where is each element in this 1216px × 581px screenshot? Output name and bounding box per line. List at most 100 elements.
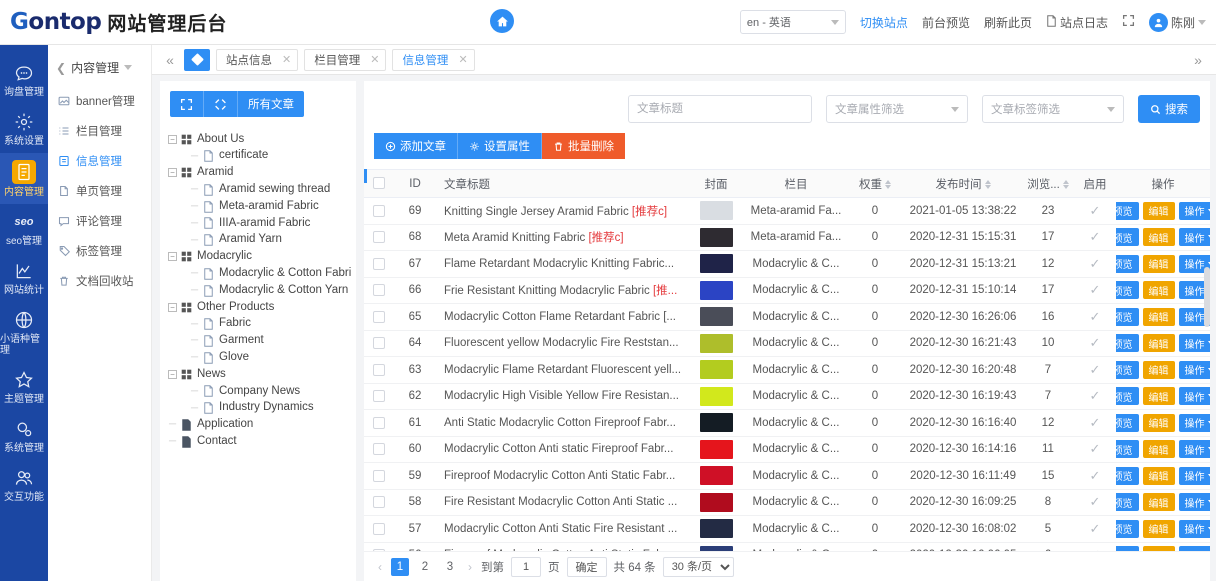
table-row[interactable]: 66 Frie Resistant Knitting Modacrylic Fab… — [364, 277, 1210, 304]
tree-node[interactable]: ─ Company News — [168, 383, 356, 400]
cell-enabled[interactable]: ✓ — [1074, 409, 1116, 437]
edit-button[interactable]: 编辑 — [1142, 493, 1175, 512]
all-articles-button[interactable]: 所有文章 — [238, 91, 304, 117]
subnav-item-columns[interactable]: 栏目管理 — [48, 116, 151, 146]
tag-filter-select[interactable]: 文章标签筛选 — [982, 95, 1124, 123]
row-checkbox[interactable] — [373, 496, 385, 509]
goto-page-input[interactable] — [511, 556, 541, 577]
table-row[interactable]: 64 Fluorescent yellow Modacrylic Fire Res… — [364, 330, 1210, 357]
tree-node[interactable]: − Aramid — [168, 165, 356, 182]
subnav-item-singlepage[interactable]: 单页管理 — [48, 176, 151, 206]
set-attribute-button[interactable]: 设置属性 — [458, 133, 542, 159]
subnav-item-tags[interactable]: 标签管理 — [48, 236, 151, 266]
cell-enabled[interactable]: ✓ — [1074, 330, 1116, 357]
row-checkbox[interactable] — [373, 416, 385, 429]
frontend-preview-link[interactable]: 前台预览 — [922, 14, 970, 31]
add-article-button[interactable]: 添加文章 — [374, 133, 458, 159]
tree-node[interactable]: ─ Meta-aramid Fabric — [168, 198, 356, 215]
collapse-toggle-icon[interactable]: − — [168, 134, 177, 144]
tab-column-management[interactable]: 栏目管理 ✕ — [304, 48, 387, 71]
logo[interactable]: Gontop 网站管理后台 — [0, 9, 227, 36]
subnav-item-comments[interactable]: 评论管理 — [48, 206, 151, 236]
cell-enabled[interactable]: ✓ — [1074, 356, 1116, 384]
chevron-left-double-icon[interactable]: « — [156, 45, 184, 75]
table-row[interactable]: 56Fireproof Modacrylic Cotton Anti Stati… — [364, 542, 1210, 551]
next-page-button[interactable]: › — [466, 560, 474, 574]
row-checkbox[interactable] — [373, 522, 385, 535]
search-button[interactable]: 搜索 — [1138, 95, 1200, 123]
page-3-button[interactable]: 3 — [441, 558, 459, 576]
col-publish-time[interactable]: 发布时间 — [904, 169, 1022, 198]
collapse-toggle-icon[interactable]: − — [168, 168, 177, 178]
cell-enabled[interactable]: ✓ — [1074, 224, 1116, 251]
fullscreen-icon[interactable] — [1122, 14, 1135, 30]
page-1-button[interactable]: 1 — [391, 557, 409, 576]
row-checkbox[interactable] — [373, 337, 385, 350]
close-icon[interactable]: ✕ — [458, 53, 467, 66]
edit-button[interactable]: 编辑 — [1142, 440, 1175, 459]
sidebar-item-interaction[interactable]: 交互功能 — [0, 460, 48, 509]
more-actions-button[interactable]: 操作 — [1178, 228, 1210, 247]
sidebar-item-statistics[interactable]: 网站统计 — [0, 253, 48, 302]
cell-enabled[interactable]: ✓ — [1074, 303, 1116, 331]
edit-button[interactable]: 编辑 — [1142, 228, 1175, 247]
chevron-right-double-icon[interactable]: » — [1184, 45, 1212, 75]
subnav-item-banner[interactable]: banner管理 — [48, 86, 151, 116]
edit-button[interactable]: 编辑 — [1142, 519, 1175, 538]
more-actions-button[interactable]: 操作 — [1178, 466, 1210, 485]
preview-button[interactable]: 预览 — [1116, 519, 1139, 538]
expand-all-button[interactable] — [170, 91, 204, 117]
collapse-toggle-icon[interactable]: − — [168, 302, 177, 312]
table-row[interactable]: 68 Meta Aramid Knitting Fabric [推荐c] Meta-… — [364, 224, 1210, 251]
preview-button[interactable]: 预览 — [1116, 360, 1139, 379]
sidebar-item-theme[interactable]: 主题管理 — [0, 362, 48, 411]
close-icon[interactable]: ✕ — [370, 53, 379, 66]
col-views[interactable]: 浏览... — [1022, 169, 1074, 198]
tree-node[interactable]: − Modacrylic — [168, 249, 356, 266]
select-all-checkbox[interactable] — [373, 177, 385, 190]
preview-button[interactable]: 预览 — [1116, 281, 1139, 300]
more-actions-button[interactable]: 操作 — [1178, 387, 1210, 406]
user-menu[interactable]: 陈刚 — [1148, 12, 1206, 32]
preview-button[interactable]: 预览 — [1116, 440, 1139, 459]
edit-button[interactable]: 编辑 — [1142, 254, 1175, 273]
page-size-select[interactable]: 30 条/页 — [662, 556, 734, 577]
cell-enabled[interactable]: ✓ — [1074, 277, 1116, 304]
preview-button[interactable]: 预览 — [1116, 493, 1139, 512]
row-checkbox[interactable] — [373, 310, 385, 323]
table-row[interactable]: 57 Modacrylic Cotton Anti Static Fire Res… — [364, 515, 1210, 543]
row-checkbox[interactable] — [373, 231, 385, 244]
batch-delete-button[interactable]: 批量删除 — [542, 133, 625, 159]
vertical-scrollbar[interactable] — [1204, 267, 1210, 327]
sidebar-item-system-admin[interactable]: 系统管理 — [0, 411, 48, 460]
tree-node[interactable]: ─ Garment — [168, 333, 356, 350]
tree-node[interactable]: ─ Contact — [168, 433, 356, 450]
subnav-item-information[interactable]: 信息管理 — [48, 146, 151, 176]
collapse-toggle-icon[interactable]: − — [168, 370, 177, 380]
subnav-item-recycle[interactable]: 文档回收站 — [48, 266, 151, 296]
preview-button[interactable]: 预览 — [1116, 466, 1139, 485]
cell-enabled[interactable]: ✓ — [1074, 542, 1116, 551]
row-checkbox[interactable] — [373, 204, 385, 217]
table-row[interactable]: 58 Fire Resistant Modacrylic Cotton Anti … — [364, 489, 1210, 516]
home-icon[interactable] — [490, 9, 514, 33]
preview-button[interactable]: 预览 — [1116, 307, 1139, 326]
refresh-page-link[interactable]: 刷新此页 — [984, 14, 1032, 31]
tree-node[interactable]: ─ Aramid Yarn — [168, 232, 356, 249]
subnav-title[interactable]: ❮ 内容管理 — [48, 55, 151, 86]
row-checkbox[interactable] — [373, 284, 385, 297]
table-row[interactable]: 61 Anti Static Modacrylic Cotton Fireproo… — [364, 409, 1210, 437]
attribute-filter-select[interactable]: 文章属性筛选 — [826, 95, 968, 123]
more-actions-button[interactable]: 操作 — [1178, 360, 1210, 379]
tree-node[interactable]: − News — [168, 366, 356, 383]
home-tab[interactable] — [184, 48, 210, 71]
table-row[interactable]: 60 Modacrylic Cotton Anti static Fireproo… — [364, 436, 1210, 463]
more-actions-button[interactable]: 操作 — [1178, 413, 1210, 432]
cell-enabled[interactable]: ✓ — [1074, 515, 1116, 543]
preview-button[interactable]: 预览 — [1116, 387, 1139, 406]
tree-node[interactable]: ─ IIIA-aramid Fabric — [168, 215, 356, 232]
tree-node[interactable]: ─ Glove — [168, 349, 356, 366]
sidebar-item-inquiry[interactable]: 询盘管理 — [0, 55, 48, 104]
table-row[interactable]: 62 Modacrylic High Visible Yellow Fire Re… — [364, 383, 1210, 410]
edit-button[interactable]: 编辑 — [1142, 360, 1175, 379]
